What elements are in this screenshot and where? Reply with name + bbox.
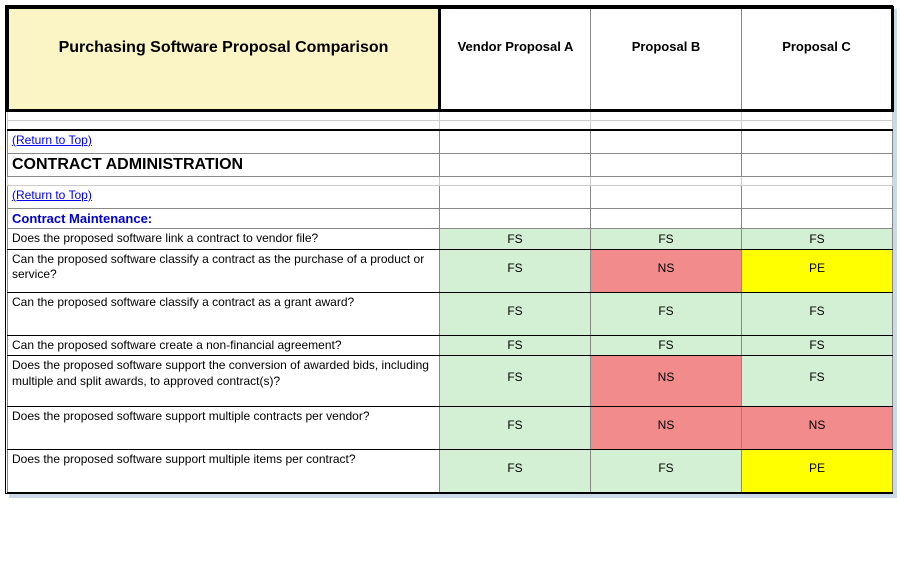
- spacer: [8, 121, 893, 131]
- value-cell: FS: [742, 356, 893, 407]
- section-row: CONTRACT ADMINISTRATION: [8, 154, 893, 177]
- col-header-b: Proposal B: [591, 8, 742, 111]
- table-row: Does the proposed software link a contra…: [8, 229, 893, 250]
- table-row: Can the proposed software classify a con…: [8, 249, 893, 292]
- col-header-c: Proposal C: [742, 8, 893, 111]
- value-cell: NS: [591, 356, 742, 407]
- subsection-title: Contract Maintenance:: [8, 209, 440, 229]
- table-row: Can the proposed software create a non-f…: [8, 335, 893, 356]
- value-cell: FS: [591, 335, 742, 356]
- value-cell: NS: [742, 407, 893, 450]
- question-cell: Can the proposed software classify a con…: [8, 292, 440, 335]
- question-cell: Can the proposed software create a non-f…: [8, 335, 440, 356]
- return-link-row: (Return to Top): [8, 130, 893, 154]
- question-cell: Can the proposed software classify a con…: [8, 249, 440, 292]
- spacer: [8, 111, 893, 121]
- question-cell: Does the proposed software link a contra…: [8, 229, 440, 250]
- value-cell: FS: [440, 407, 591, 450]
- value-cell: FS: [440, 335, 591, 356]
- value-cell: FS: [440, 356, 591, 407]
- question-cell: Does the proposed software support multi…: [8, 450, 440, 493]
- spacer: [8, 177, 893, 186]
- value-cell: FS: [591, 292, 742, 335]
- value-cell: FS: [440, 292, 591, 335]
- value-cell: FS: [742, 292, 893, 335]
- comparison-table-wrapper: Purchasing Software Proposal Comparison …: [5, 5, 893, 494]
- value-cell: NS: [591, 407, 742, 450]
- section-title: CONTRACT ADMINISTRATION: [8, 154, 440, 177]
- value-cell: PE: [742, 249, 893, 292]
- value-cell: FS: [591, 450, 742, 493]
- value-cell: FS: [742, 335, 893, 356]
- table-row: Can the proposed software classify a con…: [8, 292, 893, 335]
- value-cell: FS: [591, 229, 742, 250]
- table-row: Does the proposed software support the c…: [8, 356, 893, 407]
- value-cell: FS: [440, 229, 591, 250]
- question-cell: Does the proposed software support multi…: [8, 407, 440, 450]
- value-cell: FS: [440, 450, 591, 493]
- comparison-table: Purchasing Software Proposal Comparison …: [6, 6, 894, 493]
- question-cell: Does the proposed software support the c…: [8, 356, 440, 407]
- table-row: Does the proposed software support multi…: [8, 407, 893, 450]
- subsection-row: Contract Maintenance:: [8, 209, 893, 229]
- value-cell: FS: [440, 249, 591, 292]
- table-row: Does the proposed software support multi…: [8, 450, 893, 493]
- value-cell: PE: [742, 450, 893, 493]
- value-cell: NS: [591, 249, 742, 292]
- value-cell: FS: [742, 229, 893, 250]
- page-title: Purchasing Software Proposal Comparison: [8, 8, 440, 111]
- header-row: Purchasing Software Proposal Comparison …: [8, 8, 893, 111]
- return-to-top-link[interactable]: (Return to Top): [12, 133, 92, 147]
- return-link-row-2: (Return to Top): [8, 186, 893, 209]
- col-header-a: Vendor Proposal A: [440, 8, 591, 111]
- return-to-top-link[interactable]: (Return to Top): [12, 188, 92, 202]
